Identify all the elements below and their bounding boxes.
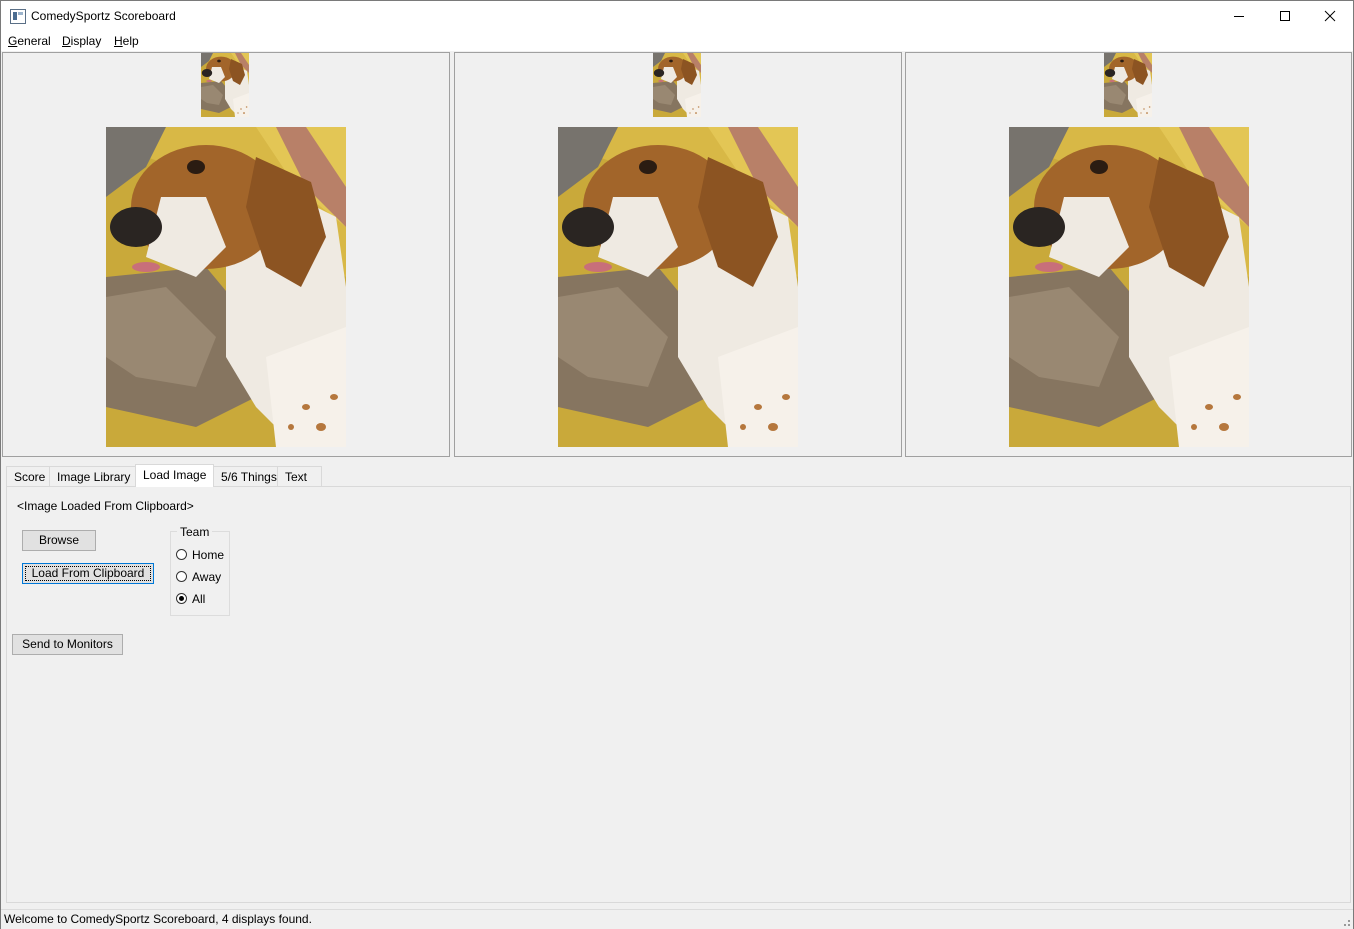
monitor-preview-2 <box>454 52 902 457</box>
title-bar[interactable]: ComedySportz Scoreboard <box>1 1 1353 31</box>
radio-away-label: Away <box>192 570 222 584</box>
app-window: ComedySportz Scoreboard General Display … <box>0 0 1354 929</box>
minimize-icon <box>1234 16 1244 17</box>
radio-home-circle <box>176 549 187 560</box>
monitor-1-image <box>106 127 346 447</box>
radio-home-label: Home <box>192 548 225 562</box>
monitor-3-thumbnail <box>1104 53 1152 117</box>
monitor-1-thumbnail <box>201 53 249 117</box>
menu-bar: General Display Help <box>1 31 1353 51</box>
menu-general[interactable]: General <box>8 34 51 48</box>
close-button[interactable] <box>1307 1 1353 31</box>
maximize-icon <box>1280 11 1290 21</box>
app-icon <box>10 9 26 24</box>
menu-display-mnemonic: D <box>62 34 71 48</box>
image-source-label: <Image Loaded From Clipboard> <box>17 499 194 513</box>
status-message: Welcome to ComedySportz Scoreboard, 4 di… <box>4 912 312 926</box>
menu-help[interactable]: Help <box>114 34 139 48</box>
monitor-preview-3 <box>905 52 1352 457</box>
load-from-clipboard-button[interactable]: Load From Clipboard <box>22 563 154 584</box>
tab-text[interactable]: Text <box>277 466 322 486</box>
radio-all-label: All <box>192 592 206 606</box>
tab-image-library[interactable]: Image Library <box>49 466 136 486</box>
menu-display-label: isplay <box>70 34 102 48</box>
team-group-title: Team <box>177 525 213 539</box>
monitor-3-image <box>1009 127 1249 447</box>
menu-help-label: elp <box>122 34 139 48</box>
radio-all-circle <box>176 593 187 604</box>
send-to-monitors-button[interactable]: Send to Monitors <box>12 634 123 655</box>
tab-score[interactable]: Score <box>6 466 50 486</box>
tab-load-image[interactable]: Load Image <box>135 464 214 487</box>
menu-general-mnemonic: G <box>8 34 18 48</box>
monitor-preview-1 <box>2 52 450 457</box>
close-icon <box>1324 10 1336 22</box>
radio-away-circle <box>176 571 187 582</box>
status-bar: Welcome to ComedySportz Scoreboard, 4 di… <box>1 909 1353 929</box>
menu-display[interactable]: Display <box>62 34 101 48</box>
minimize-button[interactable] <box>1216 1 1262 31</box>
maximize-button[interactable] <box>1262 1 1308 31</box>
size-grip-icon[interactable] <box>1341 917 1351 927</box>
monitor-2-image <box>558 127 798 447</box>
monitor-2-thumbnail <box>653 53 701 117</box>
tab-5-6-things[interactable]: 5/6 Things <box>213 466 278 486</box>
menu-help-mnemonic: H <box>114 34 123 48</box>
window-title: ComedySportz Scoreboard <box>31 9 176 23</box>
menu-general-label: eneral <box>17 34 51 48</box>
browse-button[interactable]: Browse <box>22 530 96 551</box>
